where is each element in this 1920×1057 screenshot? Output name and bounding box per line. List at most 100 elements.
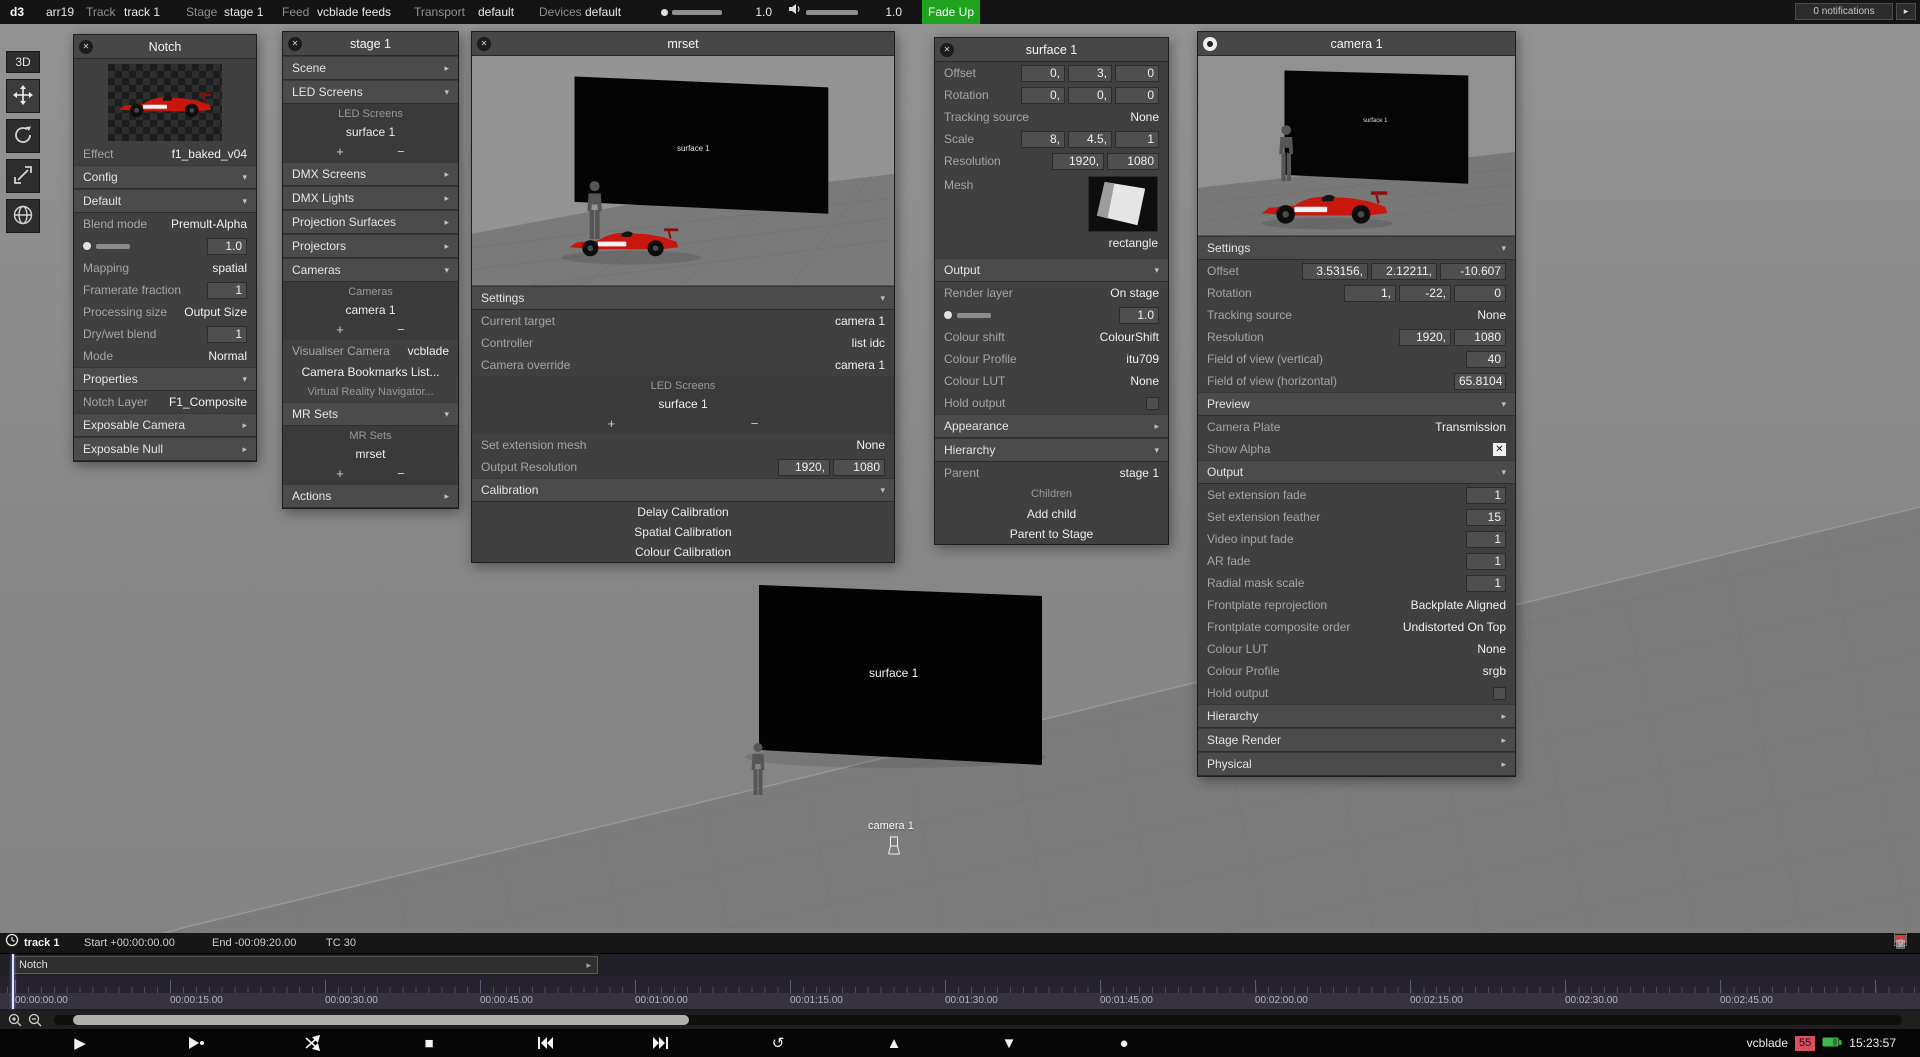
3d-mode-button[interactable]: 3D	[6, 51, 40, 73]
ar-fade-field[interactable]: 1	[1466, 553, 1506, 570]
audio-level-value[interactable]: 1.0	[872, 0, 902, 24]
camera-panel-titlebar[interactable]: camera 1	[1198, 32, 1515, 56]
notch-effect-thumbnail[interactable]	[108, 64, 222, 141]
frontplate-reprojection-select[interactable]: Backplate Aligned	[1411, 598, 1506, 612]
current-target-select[interactable]: camera 1	[835, 314, 885, 328]
layer-expand-icon[interactable]: ▸	[586, 957, 591, 973]
close-icon[interactable]: ✕	[940, 43, 954, 57]
master-level-slider[interactable]	[672, 10, 722, 15]
devices-menu-value[interactable]: default	[585, 0, 621, 24]
play-section-button[interactable]	[184, 1031, 208, 1055]
camera-plate-select[interactable]: Transmission	[1435, 420, 1506, 434]
show-alpha-checkbox[interactable]: ✕	[1493, 443, 1506, 456]
rotation-y-field[interactable]: 0,	[1068, 87, 1112, 104]
offset-y-field[interactable]: 3,	[1068, 65, 1112, 82]
add-icon[interactable]: +	[336, 322, 344, 337]
close-icon[interactable]: ✕	[79, 40, 93, 54]
notch-panel-titlebar[interactable]: ✕ Notch	[74, 35, 256, 59]
speaker-icon[interactable]	[788, 0, 802, 24]
scale-y-field[interactable]: 4.5,	[1068, 131, 1112, 148]
dmx-lights-section-header[interactable]: DMX Lights▸	[283, 186, 458, 210]
add-icon[interactable]: +	[336, 466, 344, 481]
remove-icon[interactable]: −	[397, 466, 405, 481]
colour-shift-select[interactable]: ColourShift	[1100, 330, 1159, 344]
blend-mode-select[interactable]: Premult-Alpha	[171, 217, 247, 231]
colour-profile-select[interactable]: itu709	[1126, 352, 1159, 366]
master-level-value[interactable]: 1.0	[742, 0, 772, 24]
radial-mask-scale-field[interactable]: 1	[1466, 575, 1506, 592]
remove-icon[interactable]: −	[397, 322, 405, 337]
mr-sets-section-header[interactable]: MR Sets▾	[283, 402, 458, 426]
default-section-header[interactable]: Default▾	[74, 189, 256, 213]
hierarchy-section-header[interactable]: Hierarchy▸	[1198, 704, 1515, 728]
playhead[interactable]	[12, 954, 14, 1009]
audio-level-slider[interactable]	[806, 10, 858, 15]
led-screen-item-surface-1[interactable]: surface 1	[283, 122, 458, 142]
transport-menu-value[interactable]: default	[478, 0, 514, 24]
actions-section-header[interactable]: Actions▸	[283, 484, 458, 508]
resolution-width-field[interactable]: 1920,	[1399, 329, 1451, 346]
tracking-source-select[interactable]: None	[1477, 308, 1506, 322]
framerate-fraction-field[interactable]: 1	[207, 282, 247, 299]
camera-override-select[interactable]: camera 1	[835, 358, 885, 372]
rotation-z-field[interactable]: 0	[1454, 285, 1506, 302]
stage-panel-titlebar[interactable]: ✕ stage 1	[283, 32, 458, 56]
transport-menu-label[interactable]: Transport	[414, 0, 465, 24]
appearance-section-header[interactable]: Appearance▸	[935, 414, 1168, 438]
settings-section-header[interactable]: Settings▾	[1198, 236, 1515, 260]
opacity-slider-handle[interactable]	[83, 242, 91, 250]
dry-wet-blend-field[interactable]: 1	[207, 326, 247, 343]
camera-bookmarks-list-button[interactable]: Camera Bookmarks List...	[283, 362, 458, 382]
set-extension-fade-field[interactable]: 1	[1466, 487, 1506, 504]
parent-select[interactable]: stage 1	[1120, 466, 1159, 480]
parent-to-stage-button[interactable]: Parent to Stage	[935, 524, 1168, 544]
controller-select[interactable]: list idc	[852, 336, 885, 350]
video-input-fade-field[interactable]: 1	[1466, 531, 1506, 548]
processing-size-select[interactable]: Output Size	[184, 305, 247, 319]
led-screens-section-header[interactable]: LED Screens▾	[283, 80, 458, 104]
layers-icon[interactable]: ▦	[1894, 933, 1907, 946]
timeline-scrollbar-thumb[interactable]	[73, 1015, 689, 1025]
mrset-panel-titlebar[interactable]: ✕ mrset	[472, 32, 894, 56]
timeline-ruler-ticks[interactable]	[0, 976, 1920, 993]
colour-lut-select[interactable]: None	[1130, 374, 1159, 388]
delay-calibration-button[interactable]: Delay Calibration	[472, 502, 894, 522]
calibration-section-header[interactable]: Calibration▾	[472, 478, 894, 502]
mesh-thumbnail[interactable]	[1088, 176, 1158, 232]
next-track-button[interactable]: ▼	[997, 1031, 1021, 1055]
zoom-in-icon[interactable]	[8, 1013, 22, 1030]
effect-value[interactable]: f1_baked_v04	[172, 147, 247, 161]
play-button[interactable]: ▶	[68, 1031, 92, 1055]
scene-section-header[interactable]: Scene▸	[283, 56, 458, 80]
offset-x-field[interactable]: 3.53156,	[1302, 263, 1368, 280]
move-tool-button[interactable]	[6, 79, 40, 113]
set-extension-mesh-select[interactable]: None	[856, 438, 885, 452]
render-layer-select[interactable]: On stage	[1110, 286, 1159, 300]
output-section-header[interactable]: Output▾	[935, 258, 1168, 282]
brightness-value-field[interactable]: 1.0	[1119, 307, 1159, 324]
track-name[interactable]: track 1	[24, 933, 59, 954]
hierarchy-section-header[interactable]: Hierarchy▾	[935, 438, 1168, 462]
projectors-section-header[interactable]: Projectors▸	[283, 234, 458, 258]
fade-up-button[interactable]: Fade Up	[922, 0, 980, 24]
remove-icon[interactable]: −	[397, 144, 405, 159]
cameras-section-header[interactable]: Cameras▾	[283, 258, 458, 282]
stage-menu-label[interactable]: Stage	[186, 0, 217, 24]
surface-panel-titlebar[interactable]: ✕ surface 1	[935, 38, 1168, 62]
feed-menu-label[interactable]: Feed	[282, 0, 309, 24]
previous-section-button[interactable]	[533, 1031, 557, 1055]
exposable-camera-section-header[interactable]: Exposable Camera▸	[74, 413, 256, 437]
add-icon[interactable]: +	[336, 144, 344, 159]
set-extension-feather-field[interactable]: 15	[1466, 509, 1506, 526]
resolution-height-field[interactable]: 1080	[1107, 153, 1159, 170]
add-icon[interactable]: +	[608, 416, 616, 431]
opacity-value-field[interactable]: 1.0	[207, 238, 247, 255]
visualiser-camera-select[interactable]: vcblade	[408, 344, 449, 358]
record-button[interactable]: ●	[1112, 1031, 1136, 1055]
camera-gizmo-label[interactable]: camera 1	[868, 820, 914, 832]
mr-set-item-mrset[interactable]: mrset	[283, 444, 458, 464]
colour-lut-select[interactable]: None	[1477, 642, 1506, 656]
rotate-tool-button[interactable]	[6, 119, 40, 153]
output-resolution-height-field[interactable]: 1080	[833, 459, 885, 476]
rotation-y-field[interactable]: -22,	[1399, 285, 1451, 302]
